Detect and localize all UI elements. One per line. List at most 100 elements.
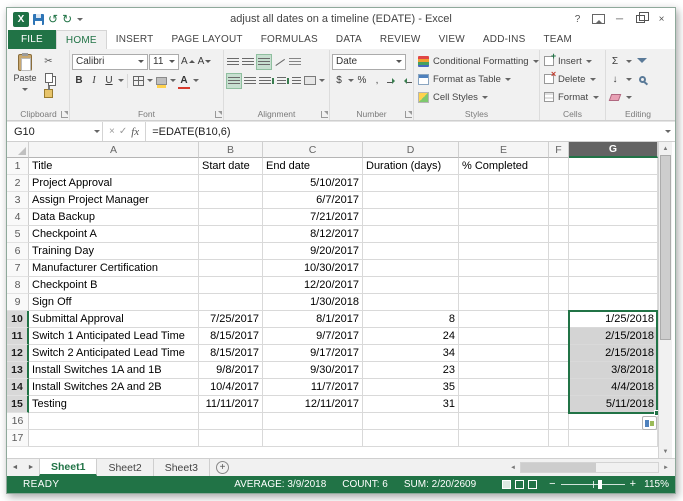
cell-b9[interactable] (199, 294, 263, 311)
enter-icon[interactable]: ✓ (119, 126, 127, 137)
cell-g7[interactable] (569, 260, 658, 277)
ribbon-tab-page-layout[interactable]: PAGE LAYOUT (162, 30, 251, 49)
cell-f1[interactable] (549, 158, 569, 175)
ribbon-tab-view[interactable]: VIEW (430, 30, 474, 49)
align-bottom-button[interactable] (256, 53, 272, 70)
cell-f3[interactable] (549, 192, 569, 209)
cell-g17[interactable] (569, 430, 658, 447)
close-icon[interactable]: × (651, 10, 672, 28)
cell-a6[interactable]: Training Day (29, 243, 199, 260)
cell-c5[interactable]: 8/12/2017 (263, 226, 363, 243)
cell-e17[interactable] (459, 430, 549, 447)
vscroll-down-icon[interactable]: ▼ (659, 445, 672, 458)
cell-d5[interactable] (363, 226, 459, 243)
cell-a7[interactable]: Manufacturer Certification (29, 260, 199, 277)
cell-d2[interactable] (363, 175, 459, 192)
insert-button[interactable]: Insert (542, 51, 603, 70)
row-header-7[interactable]: 7 (7, 260, 29, 277)
cell-c11[interactable]: 9/7/2017 (263, 328, 363, 345)
merge-center-dropdown-icon[interactable] (318, 75, 325, 87)
alignment-dialog-launcher-icon[interactable] (321, 111, 328, 118)
cell-b2[interactable] (199, 175, 263, 192)
fill-dropdown-icon[interactable] (625, 73, 632, 85)
number-format-select[interactable]: Date (332, 53, 406, 70)
sort-filter-button[interactable] (635, 53, 649, 69)
cell-c17[interactable] (263, 430, 363, 447)
zoom-level[interactable]: 115% (641, 479, 669, 490)
cell-g11[interactable]: 2/15/2018 (569, 328, 658, 345)
font-color-dropdown-icon[interactable] (192, 75, 199, 87)
name-box[interactable]: G10 (7, 122, 103, 141)
ribbon-tab-insert[interactable]: INSERT (107, 30, 163, 49)
cell-d15[interactable]: 31 (363, 396, 459, 413)
cell-e6[interactable] (459, 243, 549, 260)
cell-b4[interactable] (199, 209, 263, 226)
row-header-6[interactable]: 6 (7, 243, 29, 260)
page-layout-view-icon[interactable] (515, 480, 525, 489)
cell-c13[interactable]: 9/30/2017 (263, 362, 363, 379)
row-header-5[interactable]: 5 (7, 226, 29, 243)
ribbon-display-options-icon[interactable] (588, 10, 609, 28)
cell-b11[interactable]: 8/15/2017 (199, 328, 263, 345)
cell-b12[interactable]: 8/15/2017 (199, 345, 263, 362)
cell-styles-button[interactable]: Cell Styles (416, 88, 537, 106)
cell-c8[interactable]: 12/20/2017 (263, 277, 363, 294)
column-header-f[interactable]: F (549, 142, 569, 158)
ribbon-tab-review[interactable]: REVIEW (371, 30, 430, 49)
cell-a16[interactable] (29, 413, 199, 430)
zoom-slider-thumb[interactable] (597, 480, 602, 489)
cell-g14[interactable]: 4/4/2018 (569, 379, 658, 396)
bold-button[interactable]: B (72, 73, 86, 89)
cell-e10[interactable] (459, 311, 549, 328)
cell-d3[interactable] (363, 192, 459, 209)
row-header-15[interactable]: 15 (7, 396, 29, 413)
cell-a4[interactable]: Data Backup (29, 209, 199, 226)
autosum-button[interactable]: Σ (608, 53, 622, 69)
page-break-view-icon[interactable] (528, 480, 538, 489)
column-header-e[interactable]: E (459, 142, 549, 158)
font-name-select[interactable]: Calibri (72, 53, 148, 70)
vscroll-up-icon[interactable]: ▲ (659, 142, 672, 155)
row-header-9[interactable]: 9 (7, 294, 29, 311)
underline-button[interactable]: U (102, 73, 116, 89)
cell-d11[interactable]: 24 (363, 328, 459, 345)
row-header-8[interactable]: 8 (7, 277, 29, 294)
status-count[interactable]: COUNT: 6 (342, 479, 388, 490)
cell-c6[interactable]: 9/20/2017 (263, 243, 363, 260)
cell-c1[interactable]: End date (263, 158, 363, 175)
cell-c15[interactable]: 12/11/2017 (263, 396, 363, 413)
cell-f10[interactable] (549, 311, 569, 328)
cell-b8[interactable] (199, 277, 263, 294)
hscroll-right-icon[interactable]: ► (660, 465, 672, 471)
cut-icon[interactable]: ✂ (44, 55, 53, 68)
cell-e4[interactable] (459, 209, 549, 226)
cell-d4[interactable] (363, 209, 459, 226)
cell-a12[interactable]: Switch 2 Anticipated Lead Time (29, 345, 199, 362)
cell-e13[interactable] (459, 362, 549, 379)
cell-b13[interactable]: 9/8/2017 (199, 362, 263, 379)
select-all-button[interactable] (7, 142, 29, 158)
ribbon-tab-formulas[interactable]: FORMULAS (252, 30, 327, 49)
format-painter-button[interactable] (44, 86, 53, 100)
formula-input[interactable]: =EDATE(B10,6) (146, 122, 664, 141)
cell-e5[interactable] (459, 226, 549, 243)
cell-f9[interactable] (549, 294, 569, 311)
cell-e3[interactable] (459, 192, 549, 209)
cell-f14[interactable] (549, 379, 569, 396)
font-size-select[interactable]: 11 (149, 53, 179, 70)
cell-b17[interactable] (199, 430, 263, 447)
column-header-g[interactable]: G (569, 142, 658, 158)
fill-button[interactable]: ↓ (608, 71, 622, 87)
row-header-10[interactable]: 10 (7, 311, 29, 328)
align-middle-button[interactable] (241, 54, 255, 70)
underline-dropdown-icon[interactable] (117, 75, 124, 87)
ribbon-tab-data[interactable]: DATA (327, 30, 371, 49)
cell-g1[interactable] (569, 158, 658, 175)
fill-color-button[interactable] (154, 73, 168, 89)
merge-center-button[interactable] (303, 73, 317, 89)
column-header-b[interactable]: B (199, 142, 263, 158)
cell-f11[interactable] (549, 328, 569, 345)
cell-g12[interactable]: 2/15/2018 (569, 345, 658, 362)
row-header-11[interactable]: 11 (7, 328, 29, 345)
cell-f8[interactable] (549, 277, 569, 294)
